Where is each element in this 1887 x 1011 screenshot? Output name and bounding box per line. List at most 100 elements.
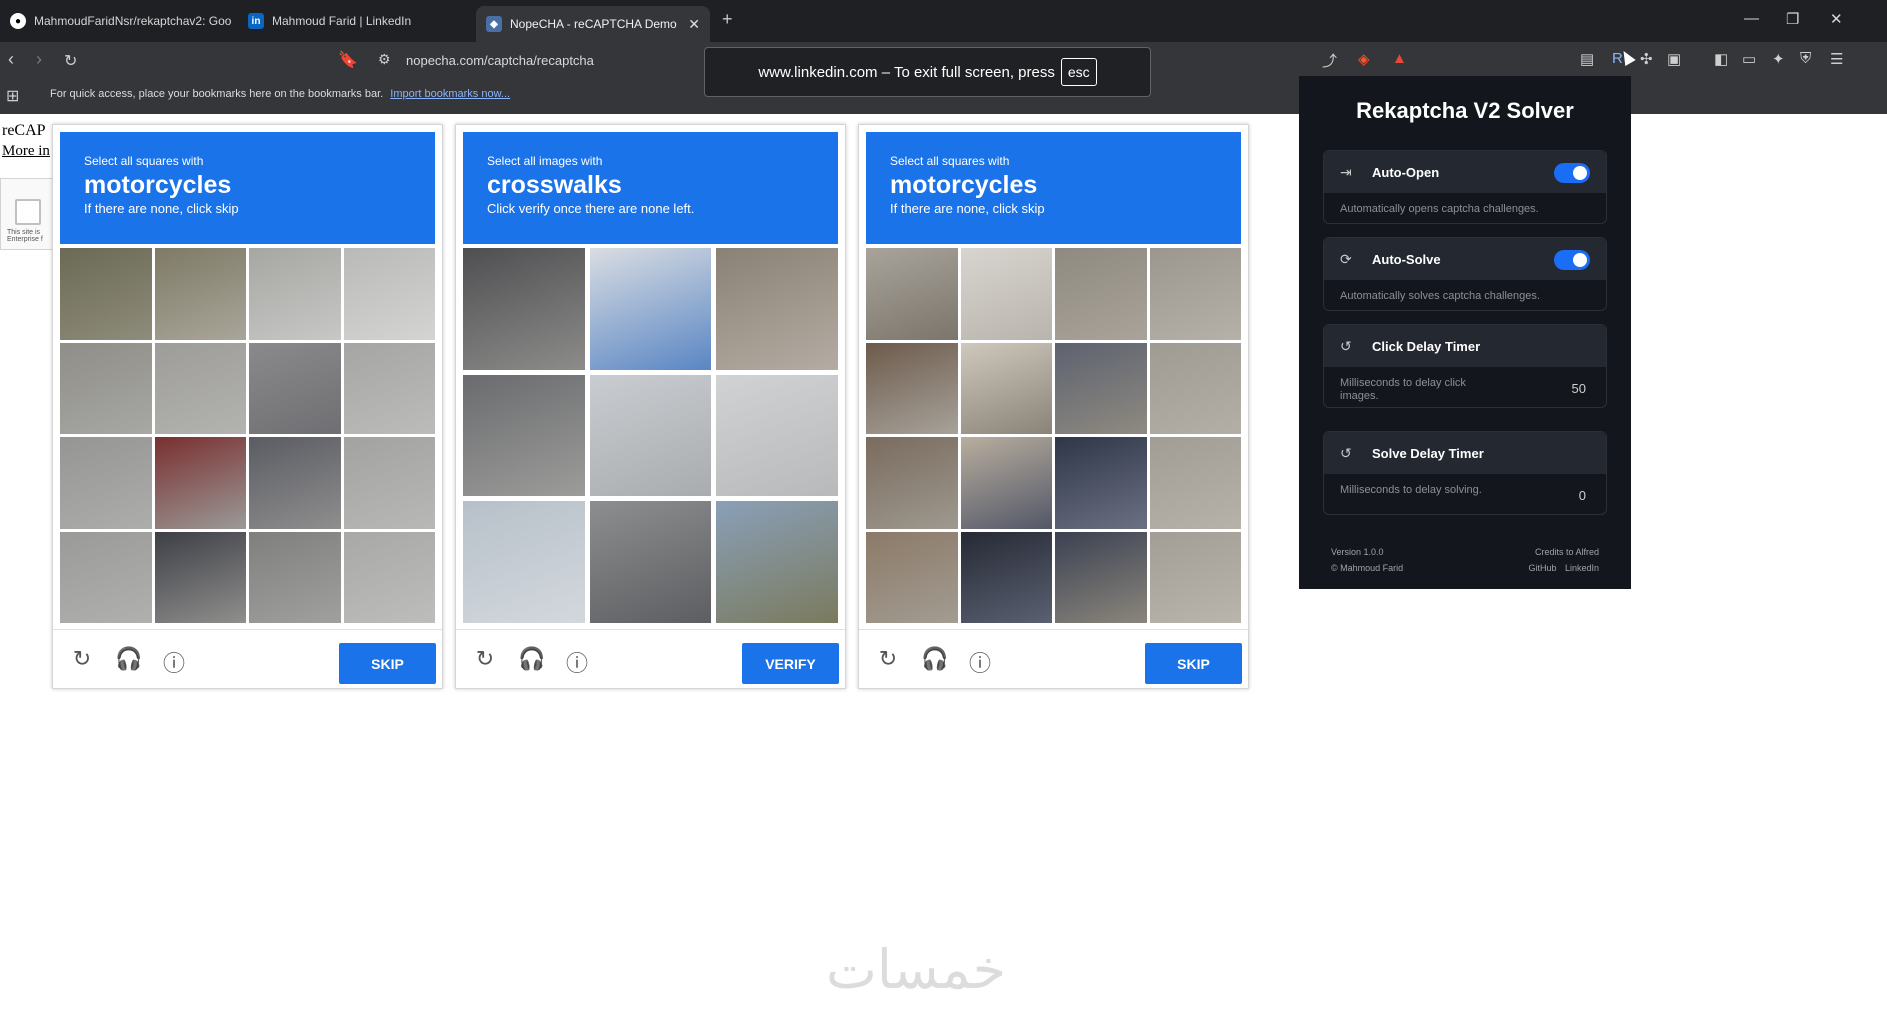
setting-body: Milliseconds to delay click images. 50 xyxy=(1324,367,1606,407)
captcha-image-tile[interactable] xyxy=(866,248,958,340)
auto-open-toggle[interactable] xyxy=(1554,163,1590,183)
screenshot-icon[interactable]: ▣ xyxy=(1667,50,1681,68)
captcha-image-tile[interactable] xyxy=(249,531,341,623)
solve-delay-input[interactable]: 0 xyxy=(1579,488,1586,503)
skip-button[interactable]: SKIP xyxy=(339,643,436,684)
captcha-image-tile[interactable] xyxy=(1149,437,1241,529)
brave-shield-icon[interactable]: ◈ xyxy=(1358,50,1370,68)
captcha-image-tile[interactable] xyxy=(1055,248,1147,340)
nopecha-icon: ◆ xyxy=(486,16,502,32)
setting-auto-solve: ⟳ Auto-Solve Automatically solves captch… xyxy=(1323,237,1607,311)
captcha-image-tile[interactable] xyxy=(960,437,1052,529)
import-bookmarks-link[interactable]: Import bookmarks now... xyxy=(390,88,510,100)
captcha-image-tile[interactable] xyxy=(154,437,246,529)
captcha-image-tile[interactable] xyxy=(716,248,838,370)
captcha-challenge-1: Select all squares with motorcycles If t… xyxy=(52,124,444,689)
reload-challenge-icon[interactable]: ↻ xyxy=(875,646,901,672)
captcha-image-tile[interactable] xyxy=(154,531,246,623)
wallet-icon[interactable]: ▭ xyxy=(1742,50,1756,68)
captcha-image-tile[interactable] xyxy=(1149,531,1241,623)
reload-challenge-icon[interactable]: ↻ xyxy=(472,646,498,672)
captcha-image-grid xyxy=(866,248,1241,623)
recaptcha-checkbox[interactable] xyxy=(15,199,41,225)
forward-icon[interactable]: › xyxy=(36,49,42,70)
reload-icon[interactable]: ↻ xyxy=(64,51,77,71)
info-icon[interactable]: ⓘ xyxy=(161,646,187,678)
timer-icon: ↺ xyxy=(1340,444,1352,461)
info-icon[interactable]: ⓘ xyxy=(967,646,993,678)
leo-ai-icon[interactable]: ✦ xyxy=(1772,50,1785,68)
restore-icon[interactable]: ❐ xyxy=(1786,10,1799,28)
reload-challenge-icon[interactable]: ↻ xyxy=(69,646,95,672)
captcha-image-tile[interactable] xyxy=(716,501,838,623)
brave-rewards-icon[interactable]: ▲ xyxy=(1392,50,1407,67)
captcha-image-tile[interactable] xyxy=(60,342,152,434)
extensions-puzzle-icon[interactable]: ✣ xyxy=(1640,50,1653,68)
verify-button[interactable]: VERIFY xyxy=(742,643,839,684)
captcha-image-tile[interactable] xyxy=(960,531,1052,623)
captcha-image-tile[interactable] xyxy=(1149,248,1241,340)
share-icon[interactable]: ⤴ xyxy=(1322,50,1337,71)
close-tab-icon[interactable]: ✕ xyxy=(688,16,700,33)
tab-github[interactable]: ● MahmoudFaridNsr/rekaptchav2: Goo xyxy=(0,6,232,36)
captcha-image-tile[interactable] xyxy=(1149,342,1241,434)
captcha-image-tile[interactable] xyxy=(343,531,435,623)
captcha-image-tile[interactable] xyxy=(60,531,152,623)
more-info-link[interactable]: More in xyxy=(2,143,50,160)
captcha-image-tile[interactable] xyxy=(716,374,838,497)
captcha-target: motorcycles xyxy=(84,171,232,199)
setting-click-delay: ↺ Click Delay Timer Milliseconds to dela… xyxy=(1323,324,1607,408)
tab-linkedin[interactable]: in Mahmoud Farid | LinkedIn xyxy=(238,6,468,36)
info-icon[interactable]: ⓘ xyxy=(564,646,590,678)
captcha-header: Select all images with crosswalks Click … xyxy=(463,132,838,244)
apps-grid-icon[interactable]: ⊞ xyxy=(6,86,19,106)
watermark-logo: خمسات xyxy=(826,938,1007,1001)
audio-challenge-icon[interactable]: 🎧 xyxy=(921,646,948,672)
captcha-image-tile[interactable] xyxy=(960,248,1052,340)
audio-challenge-icon[interactable]: 🎧 xyxy=(115,646,142,672)
auto-solve-toggle[interactable] xyxy=(1554,250,1590,270)
sidebar-icon[interactable]: ◧ xyxy=(1714,50,1728,68)
captcha-image-tile[interactable] xyxy=(589,248,712,370)
extension-icon[interactable]: ▤ xyxy=(1580,50,1594,68)
captcha-image-tile[interactable] xyxy=(154,248,246,340)
captcha-image-tile[interactable] xyxy=(866,342,958,434)
captcha-image-tile[interactable] xyxy=(1055,342,1147,434)
captcha-image-tile[interactable] xyxy=(589,501,712,623)
captcha-image-tile[interactable] xyxy=(60,248,152,340)
tab-nopecha[interactable]: ◆ NopeCHA - reCAPTCHA Demo ✕ xyxy=(476,6,710,42)
back-icon[interactable]: ‹ xyxy=(8,49,14,70)
captcha-challenge-2: Select all images with crosswalks Click … xyxy=(455,124,847,689)
captcha-image-tile[interactable] xyxy=(60,437,152,529)
vpn-icon[interactable]: ⛨ xyxy=(1800,50,1811,67)
bookmark-icon[interactable]: 🔖 xyxy=(338,50,358,70)
skip-button[interactable]: SKIP xyxy=(1145,643,1242,684)
new-tab-icon[interactable]: + xyxy=(722,9,733,30)
captcha-image-tile[interactable] xyxy=(960,342,1052,434)
captcha-image-tile[interactable] xyxy=(249,248,341,340)
setting-description: Milliseconds to delay click images. xyxy=(1340,377,1466,402)
close-window-icon[interactable]: ✕ xyxy=(1830,10,1843,28)
menu-icon[interactable]: ☰ xyxy=(1830,50,1843,68)
click-delay-input[interactable]: 50 xyxy=(1572,381,1586,396)
captcha-image-tile[interactable] xyxy=(1055,437,1147,529)
site-settings-icon[interactable]: ⚙ xyxy=(378,51,391,68)
captcha-image-tile[interactable] xyxy=(249,342,341,434)
captcha-image-tile[interactable] xyxy=(249,437,341,529)
audio-challenge-icon[interactable]: 🎧 xyxy=(518,646,545,672)
captcha-image-tile[interactable] xyxy=(343,248,435,340)
captcha-image-tile[interactable] xyxy=(589,374,712,497)
captcha-image-tile[interactable] xyxy=(463,248,585,370)
tab-label: NopeCHA - reCAPTCHA Demo xyxy=(510,17,677,31)
captcha-image-tile[interactable] xyxy=(1055,531,1147,623)
linkedin-link[interactable]: LinkedIn xyxy=(1565,563,1599,573)
minimize-icon[interactable]: — xyxy=(1744,10,1759,27)
github-link[interactable]: GitHub xyxy=(1528,563,1556,573)
captcha-image-tile[interactable] xyxy=(866,437,958,529)
captcha-image-tile[interactable] xyxy=(343,342,435,434)
captcha-image-tile[interactable] xyxy=(343,437,435,529)
captcha-image-tile[interactable] xyxy=(866,531,958,623)
captcha-image-tile[interactable] xyxy=(463,374,585,497)
captcha-image-tile[interactable] xyxy=(154,342,246,434)
captcha-image-tile[interactable] xyxy=(463,501,585,623)
